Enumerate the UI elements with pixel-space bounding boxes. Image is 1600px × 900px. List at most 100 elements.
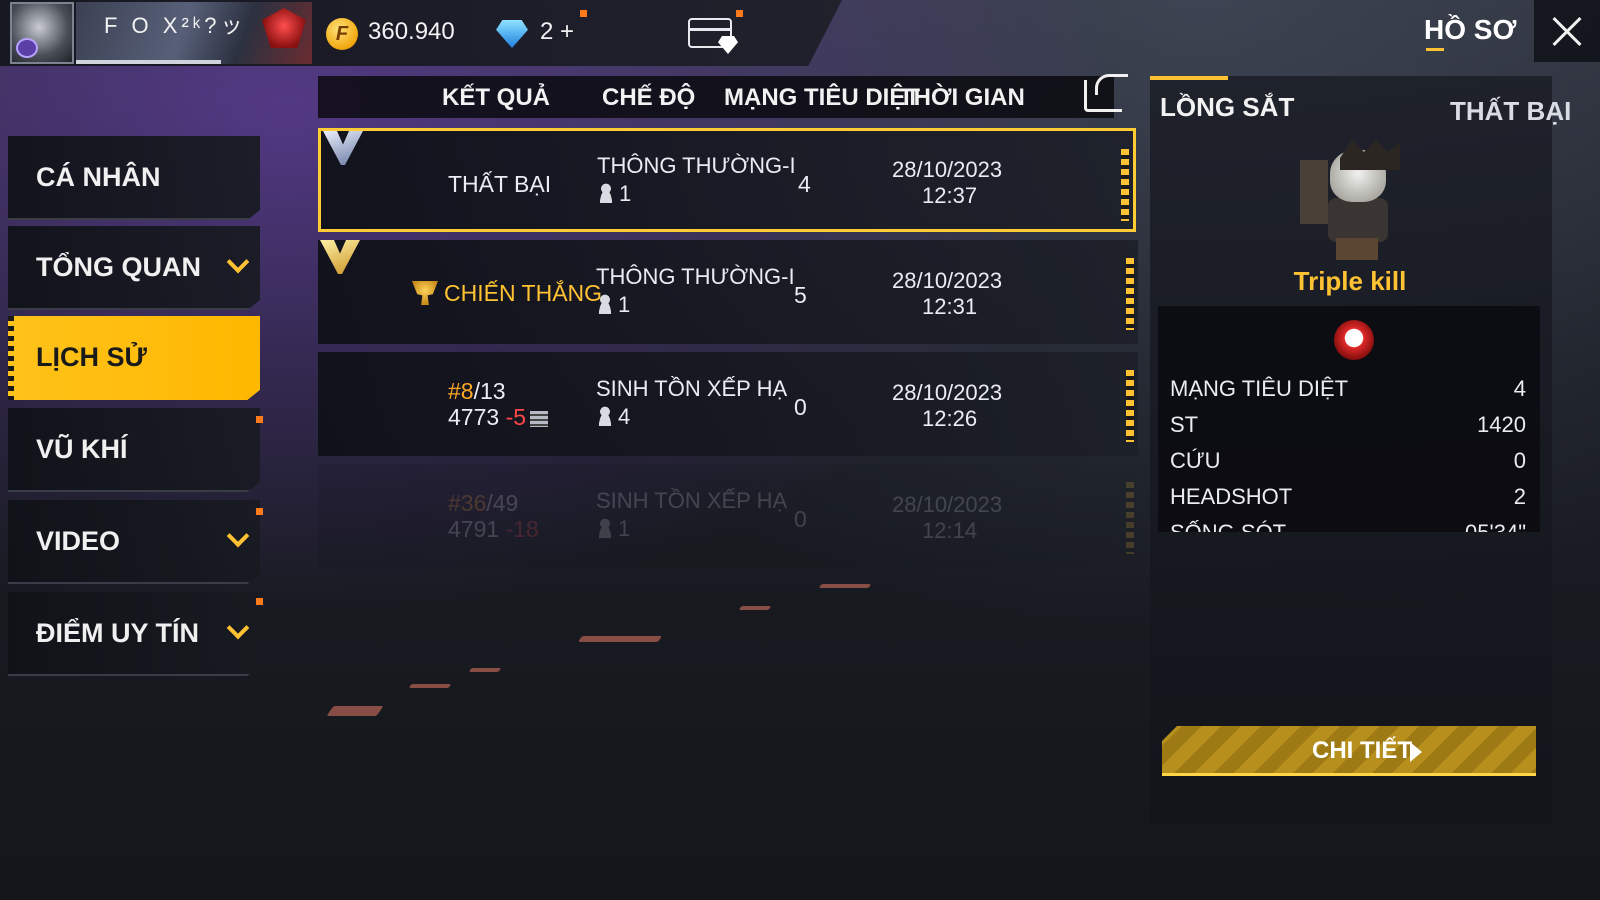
menu-item-reputation[interactable]: ĐIỂM UY TÍN: [8, 592, 260, 676]
exp-bar: [76, 60, 221, 64]
person-icon: [596, 294, 614, 314]
notification-dot: [256, 508, 263, 515]
avatar[interactable]: [10, 2, 74, 64]
stat-row: MẠNG TIÊU DIỆT 4: [1170, 376, 1526, 406]
floor-light: [738, 606, 772, 610]
match-time: 12:37: [922, 183, 978, 208]
achievement-label: Triple kill: [1293, 266, 1407, 296]
player-name: F O X²ᵏ?ッ: [104, 13, 247, 38]
avatar-badge-icon: [16, 38, 38, 58]
title-underline: [1426, 48, 1444, 51]
chevron-down-icon: [226, 616, 250, 640]
panel-tab-indicator: [1150, 76, 1228, 80]
stat-label: CỨU: [1170, 448, 1221, 473]
match-rank: #8/13: [448, 378, 506, 404]
details-button-label: CHI TIẾT: [1312, 737, 1412, 764]
gold-amount: 360.940: [368, 18, 455, 45]
floor-light: [818, 584, 872, 588]
stat-value: 1420: [1477, 412, 1526, 437]
notification-dot: [736, 10, 743, 17]
match-date: 28/10/2023: [892, 492, 1003, 517]
floor-light: [408, 684, 452, 688]
match-row[interactable]: CHIẾN THẮNG THÔNG THƯỜNG-I 1 5 28/10/202…: [318, 240, 1138, 344]
match-rank: #36/49: [448, 490, 519, 516]
person-icon: [596, 518, 614, 538]
menu-item-history[interactable]: LỊCH SỬ: [8, 316, 260, 400]
menu-item-weapons[interactable]: VŨ KHÍ: [8, 408, 260, 492]
row-stripe: [1126, 482, 1134, 554]
character-legs: [1336, 238, 1378, 260]
match-kills: 0: [794, 394, 807, 420]
menu-item-label: ĐIỂM UY TÍN: [36, 618, 200, 648]
character-icon: [1300, 140, 1410, 260]
match-row[interactable]: THẤT BẠI THÔNG THƯỜNG-I 1 4 28/10/2023 1…: [318, 128, 1136, 232]
notification-dot: [256, 598, 263, 605]
name-card[interactable]: F O X²ᵏ?ッ: [76, 2, 312, 64]
match-time: 12:31: [922, 294, 978, 319]
match-mode: SINH TỒN XẾP HẠ: [596, 488, 788, 513]
table-header: KẾT QUẢ CHẾ ĐỘ MẠNG TIÊU DIỆT THỜI GIAN: [318, 76, 1114, 118]
trophy-icon: [412, 281, 438, 305]
match-date: 28/10/2023: [892, 268, 1003, 293]
match-date: 28/10/2023: [892, 380, 1003, 405]
match-mode: SINH TỒN XẾP HẠ: [596, 376, 788, 401]
menu-item-personal[interactable]: CÁ NHÂN: [8, 136, 260, 220]
menu-item-video[interactable]: VIDEO: [8, 500, 260, 584]
match-kills: 4: [798, 171, 811, 197]
person-icon: [597, 183, 615, 203]
stat-value: 4: [1513, 376, 1526, 401]
match-row[interactable]: #36/49 4791 -18 SINH TỒN XẾP HẠ 1 0 28/1…: [318, 464, 1138, 568]
match-points: 4773 -5: [448, 404, 549, 431]
chevron-down-icon: [226, 524, 250, 548]
match-row[interactable]: #8/13 4773 -5 SINH TỒN XẾP HẠ 4 0 28/10/…: [318, 352, 1138, 456]
menu-item-label: CÁ NHÂN: [36, 162, 161, 192]
character-body: [1328, 198, 1388, 242]
menu-item-label: VIDEO: [36, 526, 121, 556]
notification-dot: [580, 10, 587, 17]
match-time: 12:26: [922, 406, 978, 431]
stat-label: MẠNG TIÊU DIỆT: [1170, 376, 1349, 401]
row-stripe: [1121, 149, 1129, 221]
match-result: CHIẾN THẮNG: [412, 280, 602, 307]
notification-dot: [256, 416, 263, 423]
close-button[interactable]: [1534, 0, 1600, 62]
share-icon[interactable]: [1084, 74, 1128, 112]
match-points: 4791 -18: [448, 516, 539, 542]
match-mode: THÔNG THƯỜNG-I: [597, 153, 796, 178]
match-players: 1: [597, 181, 631, 207]
chevron-down-icon: [226, 250, 250, 274]
menu-item-overview[interactable]: TỔNG QUAN: [8, 226, 260, 310]
menu-item-label: TỔNG QUAN: [36, 252, 201, 282]
details-button[interactable]: CHI TIẾT: [1162, 726, 1536, 776]
play-arrow-icon: [1410, 742, 1422, 762]
character-hair: [1340, 140, 1400, 170]
match-date: 28/10/2023: [892, 157, 1003, 182]
kill-skull-icon: [1334, 320, 1374, 360]
match-players: 4: [596, 404, 630, 430]
stat-row: CỨU 0: [1170, 448, 1526, 478]
row-stripe: [1126, 370, 1134, 442]
detail-result: THẤT BẠI: [1450, 96, 1572, 126]
row-stripe: [1126, 258, 1134, 330]
stat-row: SỐNG SÓT 05'34": [1170, 520, 1526, 532]
menu-item-label: VŨ KHÍ: [36, 434, 128, 464]
rank-badge-icon: [323, 131, 363, 165]
stat-value: 2: [1513, 484, 1526, 509]
stats-box: MẠNG TIÊU DIỆT 4 ST 1420 CỨU 0 HEADSHOT …: [1158, 306, 1540, 532]
gold-coin-icon: F: [326, 18, 358, 50]
match-players: 1: [596, 292, 630, 318]
column-header-time: THỜI GIAN: [899, 84, 1025, 111]
match-kills: 0: [794, 506, 807, 532]
page-title: HỒ SƠ: [1424, 14, 1517, 45]
membership-card-icon[interactable]: [688, 18, 732, 48]
stat-value: 05'34": [1465, 520, 1526, 532]
rank-badge-icon: [320, 240, 360, 274]
stat-label: HEADSHOT: [1170, 484, 1293, 509]
stat-value: 0: [1513, 448, 1526, 473]
match-players: 1: [596, 516, 630, 542]
person-icon: [596, 406, 614, 426]
list-icon: [530, 411, 549, 427]
stat-row: HEADSHOT 2: [1170, 484, 1526, 514]
floor-light: [577, 636, 663, 642]
diamond-amount[interactable]: 2 +: [540, 18, 574, 46]
